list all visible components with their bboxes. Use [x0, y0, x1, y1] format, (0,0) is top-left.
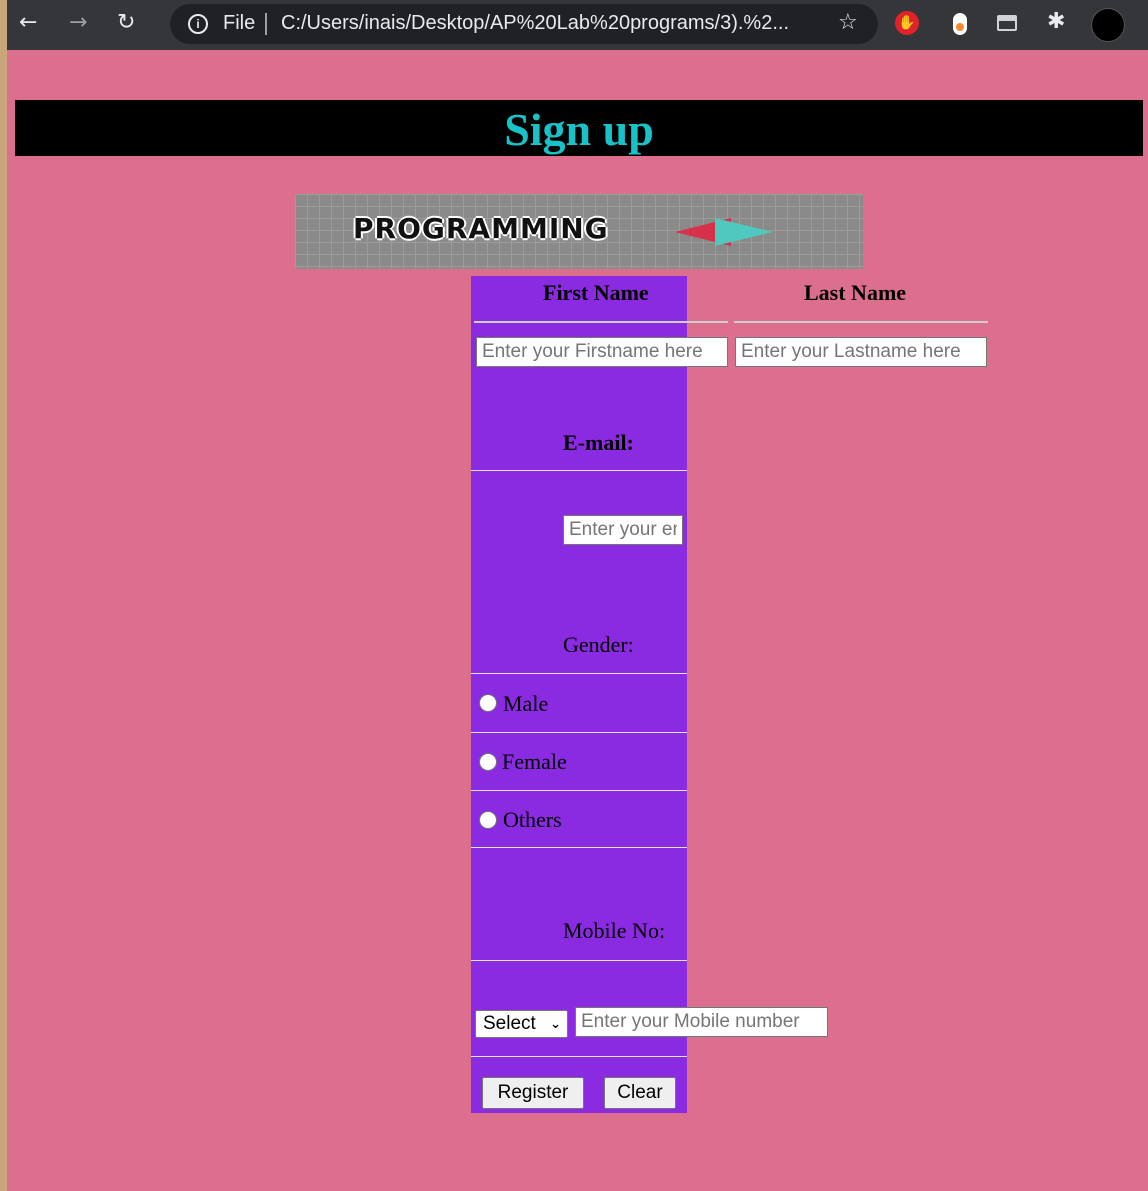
profile-avatar[interactable] [1091, 8, 1125, 42]
radio-others[interactable] [479, 811, 497, 829]
mobile-number-input[interactable] [575, 1007, 828, 1037]
address-bar[interactable]: i File C:/Users/inais/Desktop/AP%20Lab%2… [170, 4, 878, 44]
others-label: Others [503, 807, 562, 832]
page-body: Sign up PROGRAMMING First Name Last Name… [7, 50, 1148, 1191]
programming-banner-image: PROGRAMMING [295, 194, 863, 269]
email-input[interactable] [563, 515, 683, 545]
star-icon[interactable]: ☆ [838, 10, 858, 35]
adblock-stop-icon[interactable]: ✋ [895, 11, 919, 35]
url-text[interactable]: C:/Users/inais/Desktop/AP%20Lab%20progra… [281, 12, 789, 35]
last-name-divider [734, 321, 988, 323]
others-divider [471, 847, 687, 848]
female-label: Female [502, 749, 567, 774]
male-label: Male [503, 691, 549, 716]
last-name-label: Last Name [804, 280, 907, 305]
radio-female[interactable] [479, 753, 497, 771]
female-divider [471, 790, 687, 791]
first-name-input[interactable] [476, 337, 728, 367]
select-value: Select [483, 1013, 536, 1034]
email-label: E-mail: [563, 430, 634, 455]
mobile-label: Mobile No: [563, 918, 666, 943]
forward-arrow-icon[interactable]: → [69, 10, 87, 36]
puzzle-icon[interactable]: ✱ [1047, 9, 1065, 34]
info-icon[interactable]: i [188, 14, 208, 34]
back-arrow-icon[interactable]: ← [19, 10, 37, 36]
chevron-down-icon: ⌄ [550, 1017, 561, 1032]
ext-drop-icon[interactable] [953, 13, 967, 35]
country-code-select[interactable]: Select ⌄ [475, 1010, 568, 1038]
first-name-divider [474, 321, 728, 323]
radio-male[interactable] [479, 694, 497, 712]
gender-divider [471, 673, 687, 674]
email-divider [471, 470, 687, 471]
banner-text: PROGRAMMING [353, 212, 609, 245]
register-button[interactable]: Register [482, 1077, 584, 1109]
address-separator [265, 13, 267, 35]
header-bar: Sign up [15, 100, 1143, 156]
page-title: Sign up [504, 104, 654, 155]
clear-button[interactable]: Clear [604, 1077, 676, 1109]
mobile-divider [471, 960, 687, 961]
logo-cyan-arrow-icon [715, 218, 773, 246]
reload-icon[interactable]: ↻ [117, 10, 135, 36]
first-name-label: First Name [543, 280, 649, 305]
last-name-input[interactable] [735, 337, 987, 367]
gender-label: Gender: [563, 632, 634, 657]
browser-toolbar: ← → ↻ i File C:/Users/inais/Desktop/AP%2… [7, 0, 1148, 50]
ext-window-icon[interactable] [997, 15, 1017, 31]
file-scheme-label: File [223, 12, 256, 34]
male-divider [471, 732, 687, 733]
buttons-divider [471, 1056, 687, 1057]
